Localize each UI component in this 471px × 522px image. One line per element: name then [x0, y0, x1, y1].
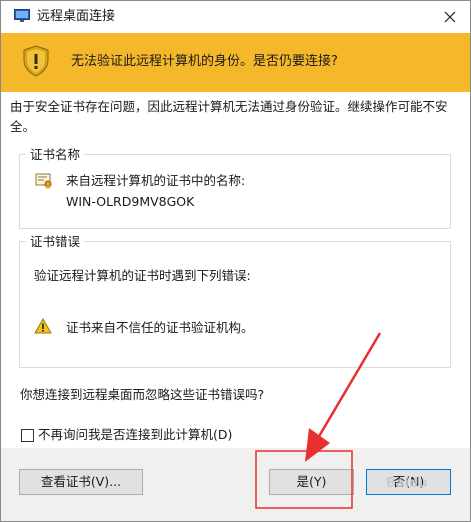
title-bar[interactable]: 远程桌面连接 — [1, 1, 470, 33]
remote-desktop-app-icon — [14, 9, 30, 22]
certificate-error-item: 证书来自不信任的证书验证机构。 — [66, 320, 254, 335]
yes-button[interactable]: 是(Y) — [269, 469, 354, 495]
certificate-errors-group: 证书错误 验证远程计算机的证书时遇到下列错误: 证书来自不信任的证书验证机构。 — [19, 233, 451, 368]
certificate-name-group: 证书名称 来自远程计算机的证书中的名称: WIN-OLRD9MV8GOK — [19, 146, 451, 229]
dont-ask-again-checkbox-row[interactable]: 不再询问我是否连接到此计算机(D) — [21, 426, 232, 444]
certificate-errors-group-label: 证书错误 — [26, 233, 85, 251]
warning-icon — [34, 318, 52, 334]
security-shield-warning-icon — [23, 45, 49, 77]
certificate-name-from-text: 来自远程计算机的证书中的名称: — [66, 173, 246, 188]
warning-banner-text: 无法验证此远程计算机的身份。是否仍要连接? — [71, 54, 338, 69]
window-title: 远程桌面连接 — [37, 9, 116, 24]
warning-banner: 无法验证此远程计算机的身份。是否仍要连接? — [1, 33, 470, 92]
certificate-icon — [35, 173, 52, 189]
description-text: 由于安全证书存在问题，因此远程计算机无法通过身份验证。继续操作可能不安全。 — [10, 99, 448, 134]
certificate-host-name: WIN-OLRD9MV8GOK — [66, 194, 195, 209]
remote-desktop-dialog: 远程桌面连接 无法验证此远程计算机的身份。是否仍要连接? 由于安全证书存在问题，… — [0, 0, 471, 522]
close-icon — [444, 11, 456, 23]
close-button[interactable] — [433, 3, 467, 31]
view-certificate-button[interactable]: 查看证书(V)... — [19, 469, 143, 495]
certificate-name-group-label: 证书名称 — [26, 146, 85, 164]
baidu-watermark: Baidu — [386, 476, 428, 491]
dont-ask-again-checkbox[interactable] — [21, 428, 34, 442]
question-text: 你想连接到远程桌面而忽略这些证书错误吗? — [20, 387, 265, 402]
certificate-errors-intro: 验证远程计算机的证书时遇到下列错误: — [34, 268, 251, 283]
dont-ask-again-label[interactable]: 不再询问我是否连接到此计算机(D) — [38, 426, 232, 444]
